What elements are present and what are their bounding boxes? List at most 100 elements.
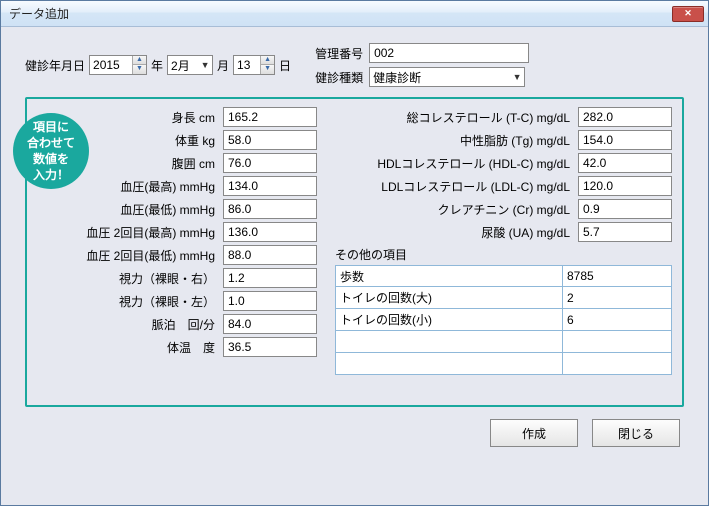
form-row: 脈泊 回/分 (73, 314, 317, 334)
form-row: 腹囲 cm (73, 153, 317, 173)
field-label: 腹囲 cm (73, 155, 219, 172)
dropdown-arrow-icon[interactable]: ▼ (198, 60, 212, 70)
form-row: 血圧(最低) mmHg (73, 199, 317, 219)
day-up-icon[interactable]: ▲ (261, 56, 274, 65)
field-label: クレアチニン (Cr) mg/dL (335, 201, 574, 218)
field-input[interactable] (578, 130, 672, 150)
field-input[interactable] (223, 314, 317, 334)
form-row: 総コレステロール (T-C) mg/dL (335, 107, 672, 127)
form-row: 体温 度 (73, 337, 317, 357)
field-input[interactable] (223, 245, 317, 265)
field-label: 脈泊 回/分 (73, 316, 219, 333)
other-name-input[interactable] (335, 309, 562, 331)
field-label: 視力（裸眼・左） (73, 293, 219, 310)
year-up-icon[interactable]: ▲ (133, 56, 146, 65)
other-value-input[interactable] (562, 331, 672, 353)
other-grid (335, 265, 672, 375)
form-row: HDLコレステロール (HDL-C) mg/dL (335, 153, 672, 173)
other-name-input[interactable] (335, 331, 562, 353)
day-unit: 日 (279, 57, 291, 74)
field-label: 総コレステロール (T-C) mg/dL (335, 109, 574, 126)
mgmt-type-input[interactable] (370, 68, 510, 86)
form-row: 血圧(最高) mmHg (73, 176, 317, 196)
mgmt-type-combo[interactable]: ▼ (369, 67, 525, 87)
close-button[interactable]: 閉じる (592, 419, 680, 447)
highlight-frame: 身長 cm 体重 kg 腹囲 cm 血圧(最高) mmHg 血圧(最低) mmHg 血圧 … (25, 97, 684, 407)
field-input[interactable] (223, 176, 317, 196)
window-close-button[interactable]: ✕ (672, 6, 704, 22)
field-label: 体温 度 (73, 339, 219, 356)
other-row (335, 287, 672, 309)
field-input[interactable] (578, 176, 672, 196)
other-value-input[interactable] (562, 353, 672, 375)
form-row: 視力（裸眼・右） (73, 268, 317, 288)
other-value-input[interactable] (562, 309, 672, 331)
form-row: 視力（裸眼・左） (73, 291, 317, 311)
field-label: 尿酸 (UA) mg/dL (335, 224, 574, 241)
field-input[interactable] (223, 130, 317, 150)
date-label: 健診年月日 (25, 57, 85, 74)
dropdown-arrow-icon[interactable]: ▼ (510, 72, 524, 82)
day-input[interactable] (234, 56, 260, 74)
date-row: 健診年月日 ▲▼ 年 ▼ 月 ▲▼ 日 (25, 55, 291, 75)
right-fields: 総コレステロール (T-C) mg/dL 中性脂肪 (Tg) mg/dL HDLコレ… (335, 107, 672, 242)
other-header: その他の項目 (335, 246, 672, 263)
month-combo[interactable]: ▼ (167, 55, 213, 75)
field-input[interactable] (223, 153, 317, 173)
form-row: LDLコレステロール (LDL-C) mg/dL (335, 176, 672, 196)
other-value-input[interactable] (562, 287, 672, 309)
other-row (335, 353, 672, 375)
field-input[interactable] (223, 107, 317, 127)
year-down-icon[interactable]: ▼ (133, 65, 146, 74)
top-row: 健診年月日 ▲▼ 年 ▼ 月 ▲▼ 日 管理番号 (25, 43, 684, 87)
other-row (335, 265, 672, 287)
form-row: 尿酸 (UA) mg/dL (335, 222, 672, 242)
form-row: クレアチニン (Cr) mg/dL (335, 199, 672, 219)
field-input[interactable] (578, 199, 672, 219)
other-row (335, 309, 672, 331)
year-input[interactable] (90, 56, 132, 74)
field-input[interactable] (578, 222, 672, 242)
other-name-input[interactable] (335, 265, 562, 287)
field-input[interactable] (223, 199, 317, 219)
field-input[interactable] (223, 291, 317, 311)
field-label: 血圧(最高) mmHg (73, 178, 219, 195)
field-input[interactable] (223, 337, 317, 357)
field-input[interactable] (578, 153, 672, 173)
mgmt-type-label: 健診種類 (315, 69, 363, 86)
month-input[interactable] (168, 56, 198, 74)
field-label: 中性脂肪 (Tg) mg/dL (335, 132, 574, 149)
field-input[interactable] (578, 107, 672, 127)
field-input[interactable] (223, 222, 317, 242)
year-spinner[interactable]: ▲▼ (89, 55, 147, 75)
year-unit: 年 (151, 57, 163, 74)
mgmt-column: 管理番号 健診種類 ▼ (315, 43, 529, 87)
window-title: データ追加 (9, 5, 672, 22)
form-row: 中性脂肪 (Tg) mg/dL (335, 130, 672, 150)
field-label: 血圧(最低) mmHg (73, 201, 219, 218)
mgmt-id-input[interactable] (369, 43, 529, 63)
day-spinner[interactable]: ▲▼ (233, 55, 275, 75)
field-input[interactable] (223, 268, 317, 288)
field-label: 視力（裸眼・右） (73, 270, 219, 287)
field-label: 血圧 2回目(最高) mmHg (73, 224, 219, 241)
field-label: 体重 kg (73, 132, 219, 149)
create-button[interactable]: 作成 (490, 419, 578, 447)
form-row: 血圧 2回目(最低) mmHg (73, 245, 317, 265)
dialog-window: データ追加 ✕ 健診年月日 ▲▼ 年 ▼ 月 ▲▼ 日 (0, 0, 709, 506)
form-row: 体重 kg (73, 130, 317, 150)
titlebar: データ追加 ✕ (1, 1, 708, 27)
other-value-input[interactable] (562, 265, 672, 287)
form-row: 身長 cm (73, 107, 317, 127)
hint-callout: 項目に 合わせて 数値を 入力！ (13, 113, 89, 189)
form-row: 血圧 2回目(最高) mmHg (73, 222, 317, 242)
other-row (335, 331, 672, 353)
other-name-input[interactable] (335, 353, 562, 375)
right-form: 総コレステロール (T-C) mg/dL 中性脂肪 (Tg) mg/dL HDLコレ… (335, 107, 672, 397)
field-label: 身長 cm (73, 109, 219, 126)
field-label: HDLコレステロール (HDL-C) mg/dL (335, 155, 574, 172)
day-down-icon[interactable]: ▼ (261, 65, 274, 74)
other-name-input[interactable] (335, 287, 562, 309)
mgmt-id-label: 管理番号 (315, 45, 363, 62)
button-row: 作成 閉じる (25, 419, 684, 447)
